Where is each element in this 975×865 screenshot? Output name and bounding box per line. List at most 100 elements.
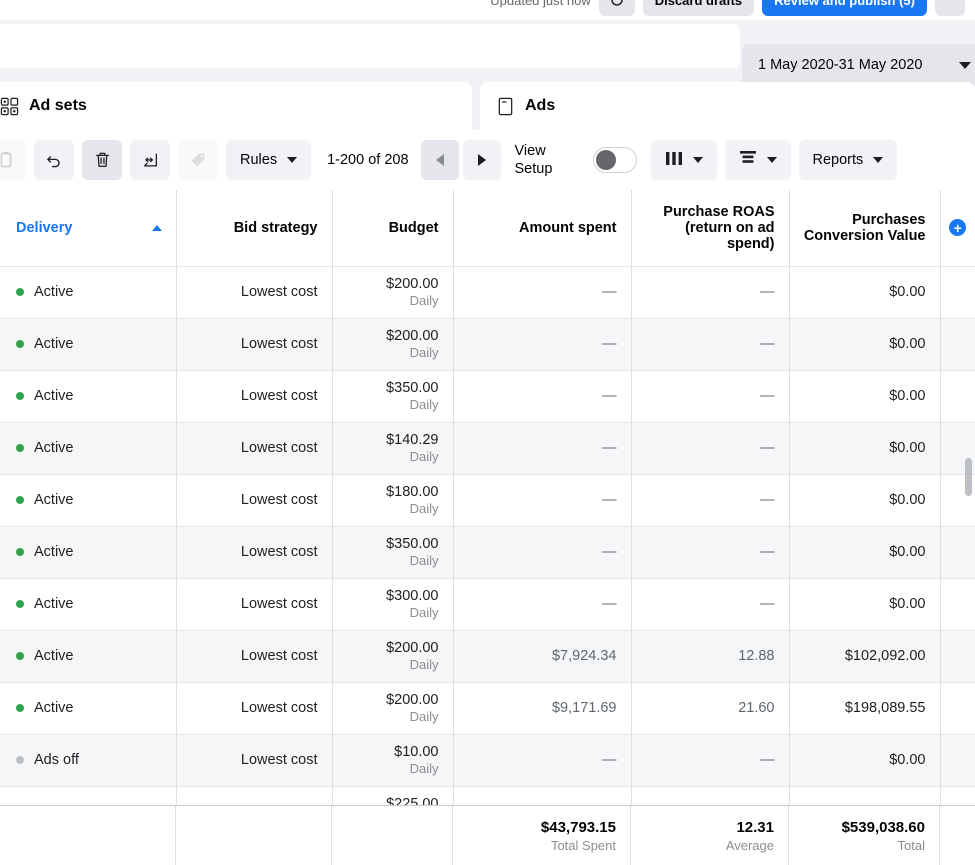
undo-arrow-icon[interactable] (34, 140, 74, 180)
previous-page-button[interactable] (420, 140, 459, 180)
date-range-picker[interactable]: 1 May 2020-31 May 2020 (742, 44, 975, 86)
cell-amount-spent: — (453, 526, 632, 579)
tag-icon[interactable] (178, 140, 218, 180)
rules-dropdown[interactable]: Rules (226, 140, 312, 180)
table-totals-row: $43,793.15 Total Spent 12.31 Average $53… (0, 805, 975, 865)
column-header-purchase-roas[interactable]: Purchase ROAS (return on ad spend) (631, 190, 790, 267)
column-header-budget[interactable]: Budget (332, 190, 454, 267)
table-row[interactable]: Active Lowest cost $200.00 Daily $9,171.69 21… (0, 682, 975, 735)
cell-bid-strategy: Lowest cost (176, 266, 333, 319)
table-row[interactable]: Active Lowest cost $200.00 Daily $7,924.34 12… (0, 630, 975, 683)
column-header-bid-strategy[interactable]: Bid strategy (176, 190, 333, 267)
discard-drafts-button[interactable]: Discard drafts (642, 0, 755, 16)
campaign-data-table: Delivery Bid strategy Budget Amount spen… (0, 190, 975, 865)
status-dot-icon (16, 756, 24, 765)
cell-delivery-label: Active (34, 700, 74, 717)
cell-budget: $200.00 Daily (332, 630, 454, 683)
tab-ad-sets[interactable]: Ad sets (0, 82, 472, 130)
status-dot-icon (16, 392, 24, 401)
table-row[interactable]: Active Lowest cost $350.00 Daily — — $0.00 (0, 526, 975, 579)
cell-purchases-conversion-value: $0.00 (789, 526, 941, 579)
column-header-purchases-conversion-value[interactable]: Purchases Conversion Value (789, 190, 941, 267)
cell-purchases-conversion-value: $0.00 (789, 578, 941, 631)
refresh-icon[interactable] (598, 0, 635, 16)
more-options-button[interactable] (935, 0, 965, 16)
cell-amount-spent: — (453, 474, 632, 527)
table-action-toolbar: Rules 1-200 of 208 View Setup Reports (0, 130, 975, 190)
cell-purchases-conversion-value: $0.00 (789, 266, 941, 319)
totals-amount-spent-label: Total Spent (550, 837, 616, 853)
cell-budget: $180.00 Daily (332, 474, 454, 527)
cell-budget: $140.29 Daily (332, 422, 454, 475)
cell-bid-strategy: Lowest cost (176, 682, 333, 735)
table-row[interactable]: Active Lowest cost $300.00 Daily — — $0.00 (0, 578, 975, 631)
tab-ad-sets-label: Ad sets (29, 97, 87, 114)
cell-purchases-conversion-value: $0.00 (789, 422, 941, 475)
cell-delivery: Ads off (0, 734, 177, 787)
cell-delivery: Active (0, 422, 177, 475)
cell-gutter (940, 526, 975, 579)
cell-bid-strategy: Lowest cost (176, 370, 333, 423)
ab-test-icon[interactable] (130, 140, 170, 180)
vertical-scrollbar-thumb[interactable] (965, 458, 972, 496)
table-row[interactable]: Active Lowest cost $140.29 Daily — — $0.00 (0, 422, 975, 475)
cell-budget: $200.00 Daily (332, 682, 454, 735)
cell-purchase-roas: — (631, 318, 790, 371)
cell-budget-amount: $140.29 (386, 432, 439, 448)
cell-budget-period: Daily (409, 657, 439, 672)
cell-bid-strategy: Lowest cost (176, 422, 333, 475)
column-header-amount-spent[interactable]: Amount spent (453, 190, 632, 267)
cell-amount-spent: — (453, 578, 632, 631)
cell-delivery: Active (0, 474, 177, 527)
tab-ads[interactable]: Ads (480, 82, 975, 130)
view-setup-line1: View (514, 142, 546, 159)
cell-delivery-label: Active (34, 440, 74, 457)
table-row[interactable]: Ads off Lowest cost $10.00 Daily — — $0.00 (0, 734, 975, 787)
cell-delivery-label: Active (34, 336, 74, 353)
cell-budget-amount: $300.00 (386, 588, 439, 604)
breakdown-icon (739, 150, 757, 170)
edit-pencil-icon[interactable] (0, 140, 26, 180)
cell-bid-strategy: Lowest cost (176, 526, 333, 579)
breakdown-dropdown[interactable] (724, 140, 791, 180)
ad-sets-grid-icon (0, 97, 19, 116)
table-row[interactable]: Active Lowest cost $350.00 Daily — — $0.00 (0, 370, 975, 423)
totals-gutter-cell (940, 806, 975, 865)
cell-amount-spent: — (453, 370, 632, 423)
cell-gutter (940, 578, 975, 631)
next-page-button[interactable] (462, 140, 501, 180)
table-header-row: Delivery Bid strategy Budget Amount spen… (0, 190, 975, 267)
cell-budget-period: Daily (409, 345, 439, 360)
chevron-down-icon (287, 157, 298, 163)
trash-icon[interactable] (82, 140, 122, 180)
cell-purchases-conversion-value: $0.00 (789, 474, 941, 527)
cell-budget-amount: $10.00 (394, 744, 439, 760)
cell-budget-amount: $350.00 (386, 536, 439, 552)
date-range-label: 1 May 2020-31 May 2020 (758, 57, 923, 73)
view-setup-switch[interactable] (592, 147, 637, 173)
cell-budget: $300.00 Daily (332, 578, 454, 631)
cell-delivery: Active (0, 266, 177, 319)
column-header-delivery[interactable]: Delivery (0, 190, 177, 267)
cell-budget-period: Daily (409, 761, 439, 776)
table-row[interactable]: Active Lowest cost $180.00 Daily — — $0.00 (0, 474, 975, 527)
cell-delivery-label: Active (34, 648, 74, 665)
table-row[interactable]: Active Lowest cost $200.00 Daily — — $0.00 (0, 318, 975, 371)
add-column-plus-icon[interactable]: + (940, 190, 975, 267)
ads-manager-screen: Updated just now Discard drafts Review a… (0, 0, 975, 865)
review-and-publish-button[interactable]: Review and publish (5) (762, 0, 927, 16)
cell-gutter (940, 318, 975, 371)
cell-delivery-label: Active (34, 492, 74, 509)
search-filter-bar[interactable] (0, 24, 740, 68)
cell-purchase-roas: 21.60 (631, 682, 790, 735)
cell-budget: $10.00 Daily (332, 734, 454, 787)
view-setup-toggle-label[interactable]: View Setup (515, 142, 571, 178)
status-dot-icon (16, 652, 24, 661)
filter-date-row: 1 May 2020-31 May 2020 (0, 20, 975, 86)
columns-dropdown[interactable] (650, 140, 717, 180)
cell-delivery-label: Active (34, 544, 74, 561)
cell-purchase-roas: — (631, 266, 790, 319)
reports-dropdown[interactable]: Reports (798, 140, 898, 180)
totals-conversion-value-cell: $539,038.60 Total (789, 805, 940, 865)
table-row[interactable]: Active Lowest cost $200.00 Daily — — $0.00 (0, 266, 975, 319)
